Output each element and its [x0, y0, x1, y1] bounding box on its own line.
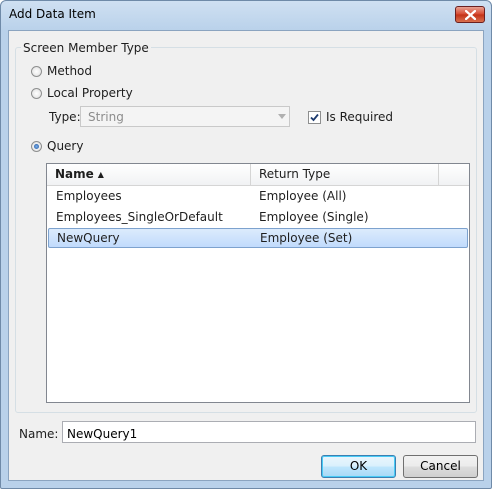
radio-local-property[interactable]: Local Property: [31, 86, 133, 100]
cancel-button[interactable]: Cancel: [403, 455, 478, 478]
column-header-return-type-label: Return Type: [259, 167, 331, 181]
is-required-checkbox-row[interactable]: Is Required: [308, 110, 393, 124]
radio-local-property-circle[interactable]: [31, 87, 42, 99]
list-item[interactable]: Employees_SingleOrDefault Employee (Sing…: [48, 207, 468, 227]
type-combo-value: String: [88, 110, 124, 124]
list-header: Name ▲ Return Type: [47, 164, 469, 186]
name-label: Name:: [19, 427, 59, 441]
list-item-name: Employees_SingleOrDefault: [56, 210, 223, 224]
close-button[interactable]: [455, 6, 485, 23]
name-input[interactable]: [62, 421, 476, 443]
is-required-label: Is Required: [326, 110, 394, 124]
is-required-checkbox[interactable]: [308, 110, 321, 124]
list-item-return-type: Employee (Single): [259, 210, 369, 224]
column-header-return-type[interactable]: Return Type: [251, 164, 439, 185]
list-item-selected[interactable]: NewQuery Employee (Set): [48, 228, 468, 248]
dialog-body: Screen Member Type Method Local Property…: [8, 30, 484, 481]
close-icon: [465, 10, 476, 20]
list-item[interactable]: Employees Employee (All): [48, 186, 468, 206]
group-legend: Screen Member Type: [21, 41, 151, 55]
sort-ascending-icon: ▲: [97, 170, 104, 179]
radio-query-circle[interactable]: [31, 140, 42, 152]
dialog-title: Add Data Item: [9, 7, 96, 21]
column-header-name[interactable]: Name ▲: [47, 164, 251, 185]
list-item-name: NewQuery: [57, 231, 120, 245]
list-item-name: Employees: [56, 189, 122, 203]
list-item-return-type: Employee (Set): [260, 231, 353, 245]
radio-method-label: Method: [47, 64, 93, 78]
radio-query[interactable]: Query: [31, 139, 83, 153]
radio-local-property-label: Local Property: [47, 86, 133, 100]
ok-button[interactable]: OK: [321, 455, 396, 478]
list-item-return-type: Employee (All): [259, 189, 347, 203]
checkmark-icon: [310, 113, 319, 121]
column-header-filler: [439, 164, 469, 185]
query-list[interactable]: Name ▲ Return Type Employees Employee (Al…: [46, 163, 470, 403]
type-label: Type:: [49, 110, 81, 124]
radio-query-label: Query: [47, 139, 84, 153]
dialog-window: Add Data Item Screen Member Type Method …: [0, 0, 492, 489]
chevron-down-icon: [278, 114, 286, 119]
column-header-name-label: Name: [55, 167, 94, 181]
radio-method[interactable]: Method: [31, 64, 92, 78]
radio-method-circle[interactable]: [31, 65, 42, 77]
title-bar[interactable]: Add Data Item: [1, 1, 491, 29]
type-combo[interactable]: String: [80, 106, 290, 127]
